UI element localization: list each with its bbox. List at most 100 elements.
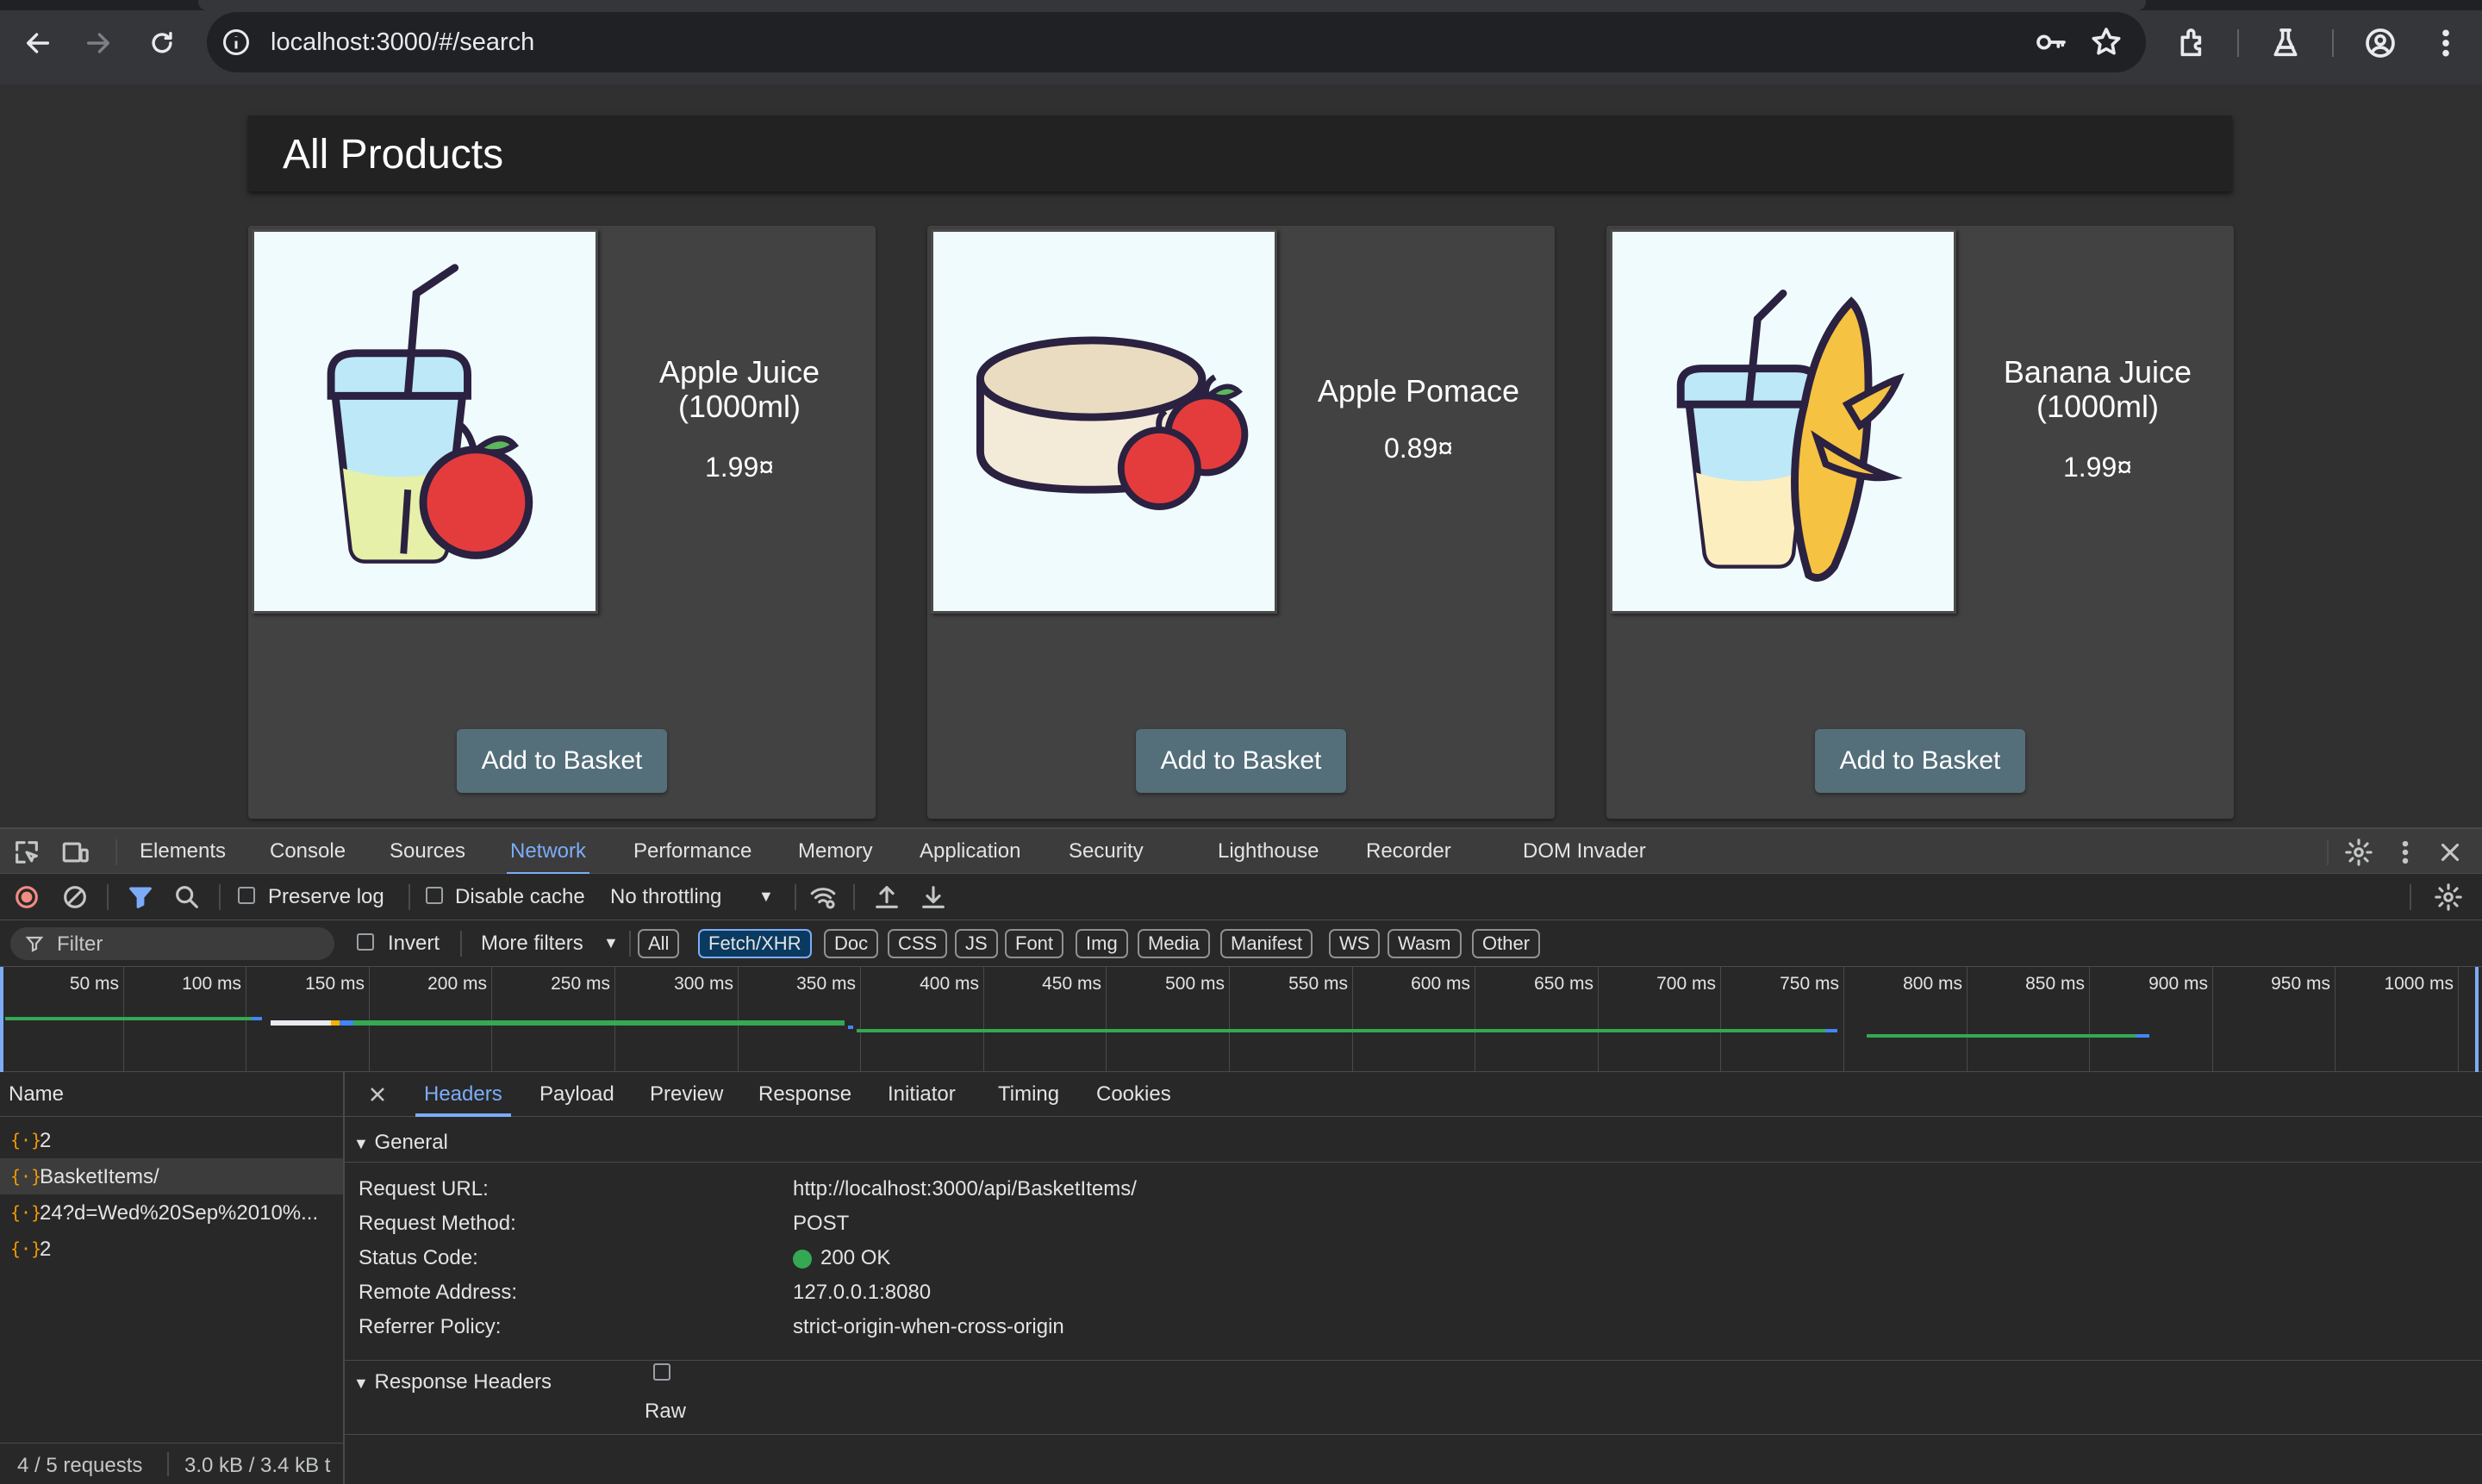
tab-elements[interactable]: Elements [140, 839, 226, 864]
tab-console[interactable]: Console [270, 839, 346, 864]
timeline-tick: 250 ms [551, 967, 615, 1072]
preserve-log-checkbox[interactable] [238, 887, 255, 904]
tab-memory[interactable]: Memory [798, 839, 873, 864]
more-filters-dropdown[interactable]: More filters [481, 932, 583, 956]
preserve-log-label: Preserve log [268, 885, 384, 908]
add-to-basket-button[interactable]: Add to Basket [1815, 729, 2025, 793]
name-column-header[interactable]: Name [0, 1072, 343, 1117]
close-icon[interactable] [365, 1082, 390, 1107]
product-card-apple-pomace[interactable]: Apple Pomace 0.89¤ Add to Basket [927, 226, 1555, 819]
request-row[interactable]: {·} 2 [0, 1122, 343, 1158]
invert-checkbox[interactable] [357, 933, 374, 951]
timeline-left-handle[interactable] [0, 967, 3, 1072]
throttling-select[interactable]: No throttling [610, 885, 721, 909]
filter-type-wasm[interactable]: Wasm [1388, 929, 1462, 958]
device-toolbar-icon[interactable] [60, 838, 90, 867]
product-image-banana-juice[interactable] [1610, 229, 1956, 614]
timeline-tick-label: 750 ms [1780, 974, 1839, 994]
filter-type-all[interactable]: All [638, 929, 680, 958]
timeline-tick: 550 ms [1288, 967, 1353, 1072]
tab-performance[interactable]: Performance [633, 839, 751, 864]
network-conditions-icon[interactable] [808, 882, 838, 912]
tab-timing[interactable]: Timing [998, 1082, 1059, 1107]
filter-type-fetch-xhr[interactable]: Fetch/XHR [698, 929, 812, 958]
raw-checkbox[interactable] [653, 1363, 670, 1381]
import-har-icon[interactable] [872, 882, 901, 912]
forward-button[interactable] [78, 22, 119, 64]
site-info-icon[interactable] [221, 27, 252, 58]
tab-network[interactable]: Network [506, 839, 590, 876]
tab-dom-invader[interactable]: DOM Invader [1523, 839, 1646, 864]
network-overview-timeline[interactable]: 1000 ms 950 ms 900 ms 850 ms 800 ms 750 ms 700… [0, 967, 2482, 1072]
record-stop-icon[interactable] [12, 882, 41, 912]
product-card-apple-juice[interactable]: Apple Juice (1000ml) 1.99¤ Add to Basket [248, 226, 876, 819]
url-text[interactable]: localhost:3000/#/search [271, 27, 534, 58]
timeline-tick-label: 650 ms [1534, 974, 1593, 994]
product-image-apple-pomace[interactable] [931, 229, 1277, 614]
inspect-element-icon[interactable] [12, 838, 41, 867]
tab-sources[interactable]: Sources [390, 839, 465, 864]
labs-flask-icon[interactable] [2268, 26, 2303, 60]
request-row[interactable]: {·} 2 [0, 1231, 343, 1267]
tab-headers[interactable]: Headers [415, 1082, 511, 1117]
network-toolbar: Preserve log Disable cache No throttling… [0, 874, 2482, 920]
filter-type-js[interactable]: JS [955, 929, 998, 958]
response-headers-section-toggle[interactable]: ▼ Response Headers [353, 1370, 552, 1394]
profile-icon[interactable] [2363, 26, 2398, 60]
general-section-toggle[interactable]: ▼ General [353, 1131, 448, 1155]
product-card-banana-juice[interactable]: Banana Juice (1000ml) 1.99¤ Add to Baske… [1606, 226, 2234, 819]
address-bar[interactable]: localhost:3000/#/search [207, 12, 2146, 72]
network-settings-gear-icon[interactable] [2434, 882, 2463, 912]
timeline-tick-label: 600 ms [1411, 974, 1470, 994]
devtools-menu-icon[interactable] [2391, 838, 2420, 867]
page-heading-bar: All Products [248, 115, 2232, 191]
filter-type-ws[interactable]: WS [1329, 929, 1381, 958]
tab-application[interactable]: Application [920, 839, 1020, 864]
filter-type-other[interactable]: Other [1472, 929, 1541, 958]
menu-icon[interactable] [2429, 26, 2463, 60]
filter-funnel-icon [25, 936, 44, 952]
back-button[interactable] [17, 22, 59, 64]
filter-type-doc[interactable]: Doc [824, 929, 879, 958]
product-image-apple-juice[interactable] [252, 229, 598, 614]
settings-gear-icon[interactable] [2344, 838, 2373, 867]
transfer-size: 3.0 kB / 3.4 kB t [184, 1454, 331, 1477]
search-icon[interactable] [172, 882, 202, 912]
filter-placeholder: Filter [57, 932, 103, 956]
reload-icon [152, 31, 172, 53]
request-url-value[interactable]: http://localhost:3000/api/BasketItems/ [793, 1177, 1137, 1201]
chevron-down-icon[interactable]: ▼ [758, 888, 774, 906]
timeline-tick-label: 500 ms [1165, 974, 1225, 994]
filter-type-css[interactable]: CSS [888, 929, 948, 958]
tab-response[interactable]: Response [758, 1082, 851, 1107]
tab-cookies[interactable]: Cookies [1096, 1082, 1171, 1107]
filter-funnel-icon[interactable] [126, 882, 155, 912]
request-row[interactable]: {·} 24?d=Wed%20Sep%2010%... [0, 1194, 343, 1231]
reload-button[interactable] [141, 22, 183, 64]
extensions-icon[interactable] [2175, 26, 2210, 60]
filter-input[interactable]: Filter [10, 927, 334, 960]
tab-preview[interactable]: Preview [650, 1082, 723, 1107]
password-key-icon[interactable] [2034, 25, 2068, 59]
filter-type-font[interactable]: Font [1005, 929, 1064, 958]
filter-type-media[interactable]: Media [1138, 929, 1210, 958]
clear-icon[interactable] [60, 882, 90, 912]
tab-initiator[interactable]: Initiator [888, 1082, 956, 1107]
tab-recorder[interactable]: Recorder [1366, 839, 1451, 864]
filter-type-img[interactable]: Img [1076, 929, 1128, 958]
add-to-basket-button[interactable]: Add to Basket [1136, 729, 1346, 793]
chevron-down-icon[interactable]: ▼ [603, 934, 619, 952]
disable-cache-checkbox[interactable] [426, 887, 443, 904]
timeline-tick-label: 800 ms [1903, 974, 1962, 994]
export-har-icon[interactable] [919, 882, 948, 912]
timeline-tick-label: 350 ms [796, 974, 856, 994]
request-row-selected[interactable]: {·} BasketItems/ [0, 1158, 343, 1194]
close-devtools-icon[interactable] [2435, 838, 2465, 867]
tab-payload[interactable]: Payload [539, 1082, 614, 1107]
tab-security[interactable]: Security [1069, 839, 1144, 864]
tab-lighthouse[interactable]: Lighthouse [1218, 839, 1319, 864]
filter-type-manifest[interactable]: Manifest [1220, 929, 1313, 958]
add-to-basket-button[interactable]: Add to Basket [457, 729, 667, 793]
timeline-right-handle[interactable] [2475, 967, 2479, 1072]
bookmark-star-icon[interactable] [2089, 25, 2123, 59]
